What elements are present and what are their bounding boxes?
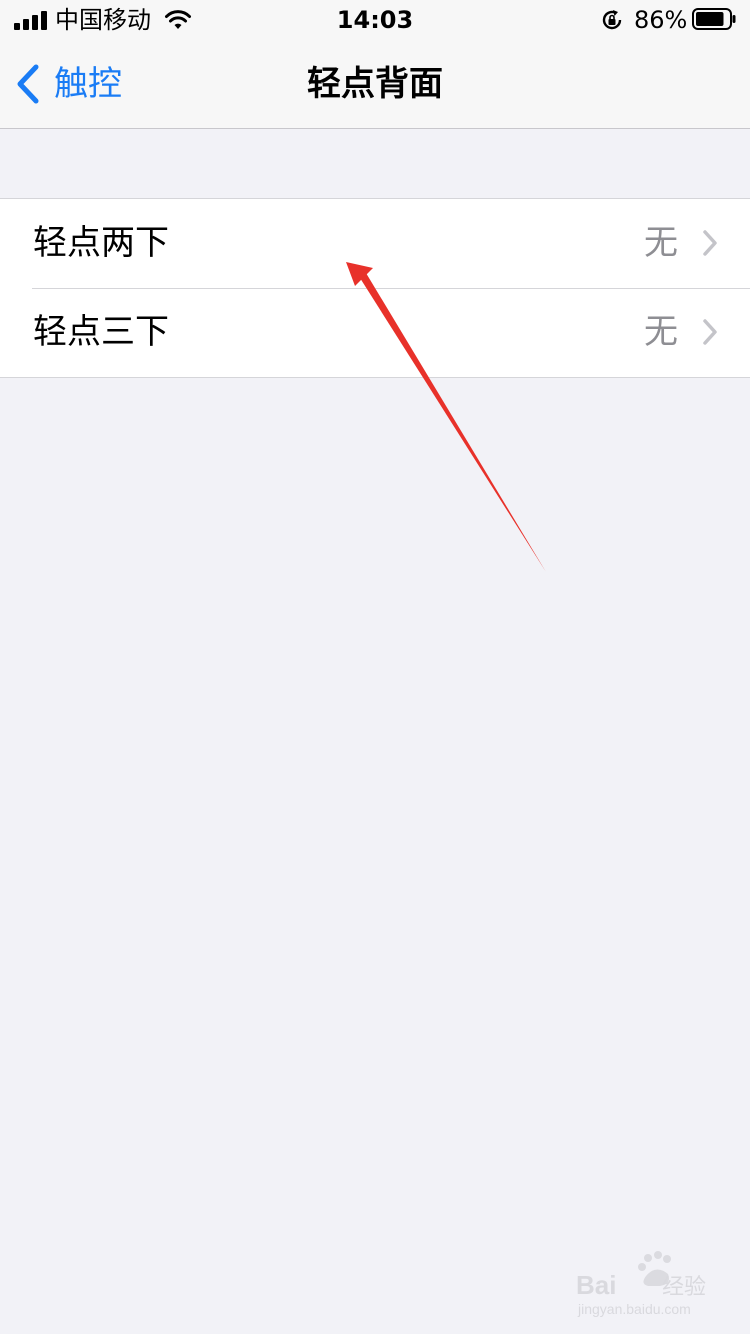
settings-list: 轻点两下 无 轻点三下 无: [0, 198, 750, 378]
rotation-lock-icon: [602, 10, 622, 30]
svg-text:Bai: Bai: [576, 1270, 616, 1300]
list-item-label: 轻点三下: [33, 312, 169, 352]
list-item-triple-tap[interactable]: 轻点三下 无: [0, 288, 750, 377]
svg-text:经验: 经验: [662, 1275, 706, 1300]
baidu-watermark-logo: Bai 经验 jingyan.baidu.com: [576, 1251, 706, 1317]
list-item-label: 轻点两下: [33, 223, 169, 263]
list-item-value: 无: [644, 312, 678, 352]
navigation-bar: 触控 轻点背面: [0, 40, 750, 129]
battery-icon: [692, 8, 736, 30]
status-bar: 中国移动 14:03 86%: [0, 0, 750, 40]
chevron-right-icon: [703, 230, 717, 256]
page-title: 轻点背面: [307, 64, 443, 104]
battery-percent: 86%: [634, 6, 688, 34]
list-item-double-tap[interactable]: 轻点两下 无: [0, 199, 750, 288]
chevron-right-icon: [703, 319, 717, 345]
list-item-value: 无: [644, 223, 678, 263]
svg-text:jingyan.baidu.com: jingyan.baidu.com: [577, 1301, 691, 1317]
